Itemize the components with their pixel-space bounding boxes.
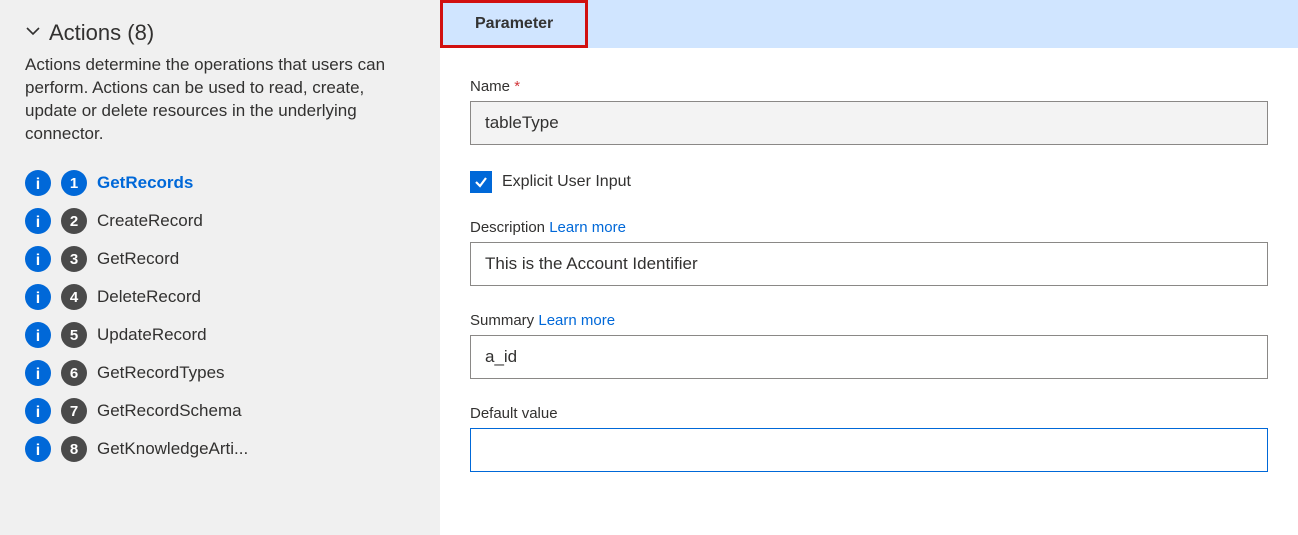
svg-text:i: i xyxy=(36,404,40,421)
actions-section-title: Actions (8) xyxy=(49,20,154,46)
name-input[interactable] xyxy=(470,101,1268,145)
actions-list: i 1 GetRecords i 2 CreateRecord i 3 GetRecord i 4 D… xyxy=(25,164,410,468)
action-label: CreateRecord xyxy=(97,211,203,231)
summary-label: Summary Learn more xyxy=(470,312,1268,329)
action-number-badge: 2 xyxy=(61,208,87,234)
svg-text:i: i xyxy=(36,290,40,307)
chevron-down-icon xyxy=(25,23,41,44)
info-icon: i xyxy=(25,208,51,234)
svg-text:2: 2 xyxy=(70,213,78,230)
info-icon: i xyxy=(25,398,51,424)
action-label: GetRecords xyxy=(97,173,193,193)
summary-learn-more-link[interactable]: Learn more xyxy=(538,312,615,329)
actions-section-header[interactable]: Actions (8) xyxy=(25,20,410,46)
info-icon: i xyxy=(25,246,51,272)
action-item-createrecord[interactable]: i 2 CreateRecord xyxy=(25,202,410,240)
name-label: Name * xyxy=(470,78,1268,95)
action-label: GetRecord xyxy=(97,249,179,269)
svg-text:i: i xyxy=(36,442,40,459)
description-label: Description Learn more xyxy=(470,219,1268,236)
action-number-badge: 8 xyxy=(61,436,87,462)
svg-text:8: 8 xyxy=(70,441,78,458)
svg-text:4: 4 xyxy=(70,289,79,306)
svg-text:i: i xyxy=(36,252,40,269)
action-item-deleterecord[interactable]: i 4 DeleteRecord xyxy=(25,278,410,316)
explicit-user-input-label: Explicit User Input xyxy=(502,173,631,191)
default-value-input[interactable] xyxy=(470,428,1268,472)
svg-text:1: 1 xyxy=(70,175,78,192)
svg-text:i: i xyxy=(36,366,40,383)
action-number-badge: 6 xyxy=(61,360,87,386)
action-item-getknowledgearti[interactable]: i 8 GetKnowledgeArti... xyxy=(25,430,410,468)
info-icon: i xyxy=(25,436,51,462)
info-icon: i xyxy=(25,284,51,310)
action-number-badge: 1 xyxy=(61,170,87,196)
action-item-getrecordtypes[interactable]: i 6 GetRecordTypes xyxy=(25,354,410,392)
info-icon: i xyxy=(25,322,51,348)
actions-section-description: Actions determine the operations that us… xyxy=(25,54,410,146)
action-number-badge: 3 xyxy=(61,246,87,272)
explicit-user-input-checkbox[interactable] xyxy=(470,171,492,193)
action-item-getrecords[interactable]: i 1 GetRecords xyxy=(25,164,410,202)
action-label: DeleteRecord xyxy=(97,287,201,307)
info-icon: i xyxy=(25,170,51,196)
summary-input[interactable] xyxy=(470,335,1268,379)
actions-sidebar: Actions (8) Actions determine the operat… xyxy=(0,0,440,535)
action-number-badge: 5 xyxy=(61,322,87,348)
action-label: GetKnowledgeArti... xyxy=(97,439,248,459)
info-icon: i xyxy=(25,360,51,386)
svg-text:5: 5 xyxy=(70,327,78,344)
description-input[interactable] xyxy=(470,242,1268,286)
tab-bar: Parameter xyxy=(440,0,1298,48)
action-number-badge: 4 xyxy=(61,284,87,310)
tab-parameter[interactable]: Parameter xyxy=(440,0,588,48)
tab-label: Parameter xyxy=(475,15,553,33)
svg-text:i: i xyxy=(36,176,40,193)
description-learn-more-link[interactable]: Learn more xyxy=(549,219,626,236)
action-item-getrecordschema[interactable]: i 7 GetRecordSchema xyxy=(25,392,410,430)
default-value-label: Default value xyxy=(470,405,1268,422)
action-item-getrecord[interactable]: i 3 GetRecord xyxy=(25,240,410,278)
action-label: GetRecordSchema xyxy=(97,401,242,421)
svg-text:i: i xyxy=(36,214,40,231)
svg-text:7: 7 xyxy=(70,403,78,420)
svg-text:6: 6 xyxy=(70,365,78,382)
action-item-updaterecord[interactable]: i 5 UpdateRecord xyxy=(25,316,410,354)
action-number-badge: 7 xyxy=(61,398,87,424)
action-label: GetRecordTypes xyxy=(97,363,225,383)
parameter-panel: Parameter Name * Explicit User Input Des… xyxy=(440,0,1298,535)
svg-text:3: 3 xyxy=(70,251,78,268)
action-label: UpdateRecord xyxy=(97,325,207,345)
svg-text:i: i xyxy=(36,328,40,345)
